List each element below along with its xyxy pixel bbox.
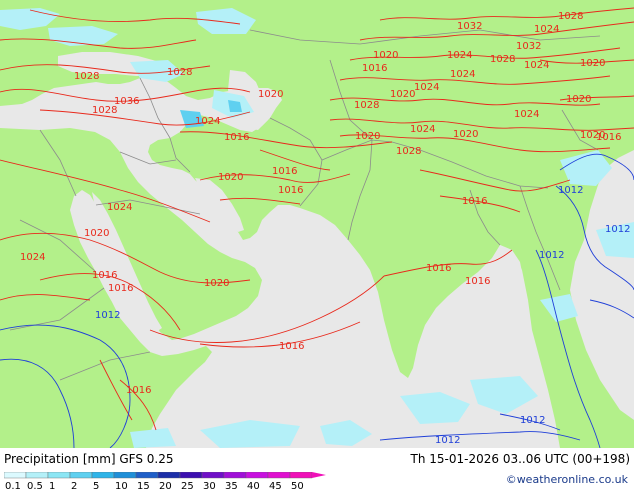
scale-tick-label: 10 [115,481,128,490]
scale-swatch [267,472,291,479]
map-title: Precipitation [mm] GFS 0.25 [4,452,174,466]
isobar-label: 1020 [453,129,478,140]
isobar-label: 1024 [514,109,539,120]
isobar-label: 1016 [92,270,117,281]
scale-swatch [245,472,269,479]
map-footer: Precipitation [mm] GFS 0.25 Th 15-01-202… [0,448,634,490]
scale-tick-label: 20 [159,481,172,490]
isobar-label: 1012 [520,415,545,426]
scale-tick-label: 25 [181,481,194,490]
isobar-label: 1024 [414,82,439,93]
isobar-label: 1028 [558,11,583,22]
scale-tick-label: 0.1 [5,481,21,490]
valid-time: Th 15-01-2026 03..06 UTC (00+198) [410,452,630,466]
isobar-label: 1012 [435,435,460,446]
isobar-label: 1032 [516,41,541,52]
isobar-label: 1036 [114,96,139,107]
isobar-label: 1012 [95,310,120,321]
scale-swatch [113,472,137,479]
isobar-label: 1020 [204,278,229,289]
isobar-label: 1016 [278,185,303,196]
isobar-label: 1016 [279,341,304,352]
isobar-label: 1028 [167,67,192,78]
scale-swatch [179,472,203,479]
isobar-label: 1024 [20,252,45,263]
weather-map: 1028 1032 1024 1028 1032 1028 1024 1020 … [0,0,634,448]
isobar-label: 1024 [534,24,559,35]
scale-swatch [69,472,93,479]
isobar-label: 1020 [84,228,109,239]
isobar-label: 1016 [224,132,249,143]
isobar-label: 1024 [524,60,549,71]
isobar-label: 1032 [457,21,482,32]
isobar-label: 1028 [354,100,379,111]
scale-tick-label: 45 [269,481,282,490]
scale-tick-label: 0.5 [27,481,43,490]
scale-swatch [25,472,49,479]
scale-swatch [201,472,225,479]
isobar-label: 1028 [396,146,421,157]
scale-tick-label: 2 [71,481,77,490]
scale-swatch [223,472,247,479]
scale-swatch [91,472,115,479]
isobar-label: 1016 [362,63,387,74]
isobar-label: 1016 [126,385,151,396]
isobar-label: 1020 [580,130,605,141]
isobar-label: 1028 [74,71,99,82]
scale-swatch [157,472,181,479]
isobar-label: 1016 [272,166,297,177]
scale-tick-label: 40 [247,481,260,490]
isobar-label: 1020 [390,89,415,100]
isobar-label: 1028 [490,54,515,65]
scale-swatch [135,472,159,479]
isobar-label: 1020 [258,89,283,100]
isobar-label: 1016 [465,276,490,287]
isobar-label: 1024 [447,50,472,61]
isobar-label: 1024 [410,124,435,135]
isobar-label: 1020 [580,58,605,69]
scale-tick-label: 5 [93,481,99,490]
isobar-label: 1020 [373,50,398,61]
scale-tick-label: 35 [225,481,238,490]
isobar-label: 1012 [539,250,564,261]
scale-swatch [47,472,71,479]
scale-swatch [289,472,313,479]
isobar-label: 1020 [218,172,243,183]
scale-tick-label: 15 [137,481,150,490]
scale-swatch [4,472,27,479]
isobar-label: 1016 [426,263,451,274]
isobar-label: 1012 [605,224,630,235]
isobar-label: 1024 [195,116,220,127]
isobar-label: 1020 [355,131,380,142]
isobar-label: 1024 [107,202,132,213]
isobar-label: 1024 [450,69,475,80]
isobar-label: 1012 [558,185,583,196]
scale-tick-label: 30 [203,481,216,490]
isobar-label: 1020 [566,94,591,105]
precipitation-color-scale: 0.1 0.5 1 2 5 10 15 20 25 30 35 40 45 50 [4,472,328,490]
isobar-label: 1016 [108,283,133,294]
scale-tick-label: 50 [291,481,304,490]
scale-overflow-arrow [312,472,326,478]
isobar-label: 1016 [462,196,487,207]
scale-tick-label: 1 [49,481,55,490]
credit-link[interactable]: ©weatheronline.co.uk [506,473,628,486]
